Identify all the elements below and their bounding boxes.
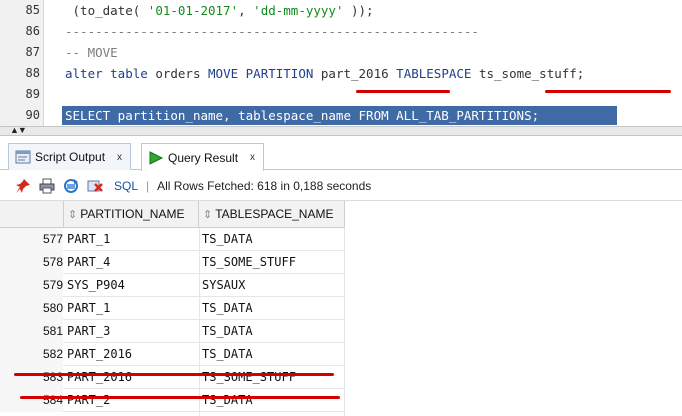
code-token: orders bbox=[147, 66, 209, 81]
cell-partition-name[interactable]: PART_2 bbox=[67, 389, 197, 412]
pin-icon[interactable] bbox=[14, 177, 32, 195]
cell-partition-name[interactable]: PART_4 bbox=[67, 251, 197, 274]
column-header-partition-name[interactable]: ⇕ PARTITION_NAME bbox=[64, 201, 199, 228]
table-row[interactable]: 582 PART_2016 TS_DATA bbox=[0, 343, 345, 366]
cell-partition-name[interactable]: PART_2016 bbox=[67, 366, 197, 389]
row-number: 579 bbox=[0, 274, 63, 297]
annotation-underline-row-583 bbox=[20, 396, 340, 399]
code-token: )); bbox=[343, 3, 374, 18]
code-token: ts_some_stuff; bbox=[471, 66, 585, 81]
table-row[interactable]: 577 PART_1 TS_DATA bbox=[0, 228, 345, 251]
code-token: MOVE PARTITION bbox=[208, 66, 314, 81]
annotation-underline-part-2016 bbox=[356, 90, 450, 93]
line-number: 89 bbox=[25, 87, 40, 101]
code-token: '01-01-2017' bbox=[147, 3, 239, 18]
table-row[interactable]: 579 SYS_P904 SYSAUX bbox=[0, 274, 345, 297]
row-number: 580 bbox=[0, 297, 63, 320]
row-number: 584 bbox=[0, 389, 63, 412]
table-row[interactable]: 584 PART_2 TS_DATA bbox=[0, 389, 345, 412]
code-line[interactable]: 86 --------------------------------------… bbox=[0, 21, 682, 42]
script-output-icon bbox=[15, 150, 31, 164]
refresh-icon[interactable] bbox=[62, 177, 80, 195]
sql-editor[interactable]: 85 (to_date( '01-01-2017', 'dd-mm-yyyy' … bbox=[0, 0, 682, 128]
sort-icon[interactable]: ⇕ bbox=[68, 209, 77, 221]
row-number: 582 bbox=[0, 343, 63, 366]
code-line[interactable]: 85 (to_date( '01-01-2017', 'dd-mm-yyyy' … bbox=[0, 0, 682, 21]
table-row[interactable]: 583 PART_2016 TS_SOME_STUFF bbox=[0, 366, 345, 389]
cell-partition-name[interactable]: PART_3 bbox=[67, 320, 197, 343]
output-tab-bar: Script Output x Query Result x bbox=[0, 136, 682, 171]
code-token: , bbox=[238, 3, 254, 18]
line-number: 88 bbox=[25, 66, 40, 80]
code-token: part_2016 bbox=[313, 66, 397, 81]
code-token: ----------------------------------------… bbox=[65, 24, 479, 39]
annotation-underline-row-582 bbox=[14, 373, 334, 376]
table-row[interactable]: 578 PART_4 TS_SOME_STUFF bbox=[0, 251, 345, 274]
line-number: 85 bbox=[25, 3, 40, 17]
row-divider bbox=[63, 411, 345, 412]
line-number: 86 bbox=[25, 24, 40, 38]
run-arrow-icon bbox=[149, 150, 164, 165]
code-text: SELECT partition_name, tablespace_name F… bbox=[65, 105, 539, 126]
cell-tablespace-name[interactable]: TS_DATA bbox=[202, 297, 345, 320]
code-token: partition_name, tablespace_name bbox=[110, 108, 359, 123]
code-text: ----------------------------------------… bbox=[65, 21, 479, 42]
annotation-underline-ts-some-stuff bbox=[545, 90, 671, 93]
collapse-arrows-icon[interactable]: ▲▼ bbox=[10, 125, 27, 135]
line-number: 90 bbox=[25, 108, 40, 122]
line-number: 87 bbox=[25, 45, 40, 59]
cell-partition-name[interactable]: PART_1 bbox=[67, 228, 197, 251]
table-row[interactable]: 581 PART_3 TS_DATA bbox=[0, 320, 345, 343]
code-token: TABLESPACE bbox=[396, 66, 472, 81]
fetch-status: All Rows Fetched: 618 in 0,188 seconds bbox=[157, 178, 372, 193]
sort-icon[interactable]: ⇕ bbox=[203, 209, 212, 221]
cell-tablespace-name[interactable]: TS_SOME_STUFF bbox=[202, 251, 345, 274]
row-number-header bbox=[0, 201, 64, 228]
code-token: alter table bbox=[65, 66, 148, 81]
code-line[interactable]: 89 bbox=[0, 84, 682, 105]
cell-tablespace-name[interactable]: TS_DATA bbox=[202, 343, 345, 366]
code-token: FROM bbox=[358, 108, 389, 123]
query-result-grid[interactable]: ⇕ PARTITION_NAME ⇕ TABLESPACE_NAME 577 PART… bbox=[0, 201, 682, 416]
result-toolbar: SQL | All Rows Fetched: 618 in 0,188 sec… bbox=[0, 171, 682, 201]
code-line[interactable]: 90 SELECT partition_name, tablespace_name… bbox=[0, 105, 682, 126]
cell-partition-name[interactable]: SYS_P904 bbox=[67, 274, 197, 297]
tab-script-output-label: Script Output bbox=[35, 150, 106, 164]
close-icon[interactable]: x bbox=[117, 152, 122, 163]
row-number: 578 bbox=[0, 251, 63, 274]
tab-query-result-label: Query Result bbox=[168, 150, 239, 165]
code-token: 'dd-mm-yyyy' bbox=[253, 3, 344, 18]
print-icon[interactable] bbox=[38, 177, 56, 195]
row-number: 583 bbox=[0, 366, 63, 389]
code-token: ALL_TAB_PARTITIONS; bbox=[388, 108, 540, 123]
sql-link[interactable]: SQL bbox=[114, 179, 138, 193]
code-token: (to_date( bbox=[65, 3, 148, 18]
grid-header: ⇕ PARTITION_NAME ⇕ TABLESPACE_NAME bbox=[0, 201, 345, 228]
tab-script-output[interactable]: Script Output x bbox=[8, 143, 132, 170]
column-header-tablespace-name[interactable]: ⇕ TABLESPACE_NAME bbox=[199, 201, 345, 228]
table-row[interactable]: 580 PART_1 TS_DATA bbox=[0, 297, 345, 320]
code-line[interactable]: 88 alter table orders MOVE PARTITION part… bbox=[0, 63, 682, 84]
code-text: -- MOVE bbox=[65, 42, 118, 63]
tab-query-result[interactable]: Query Result x bbox=[141, 143, 265, 171]
code-text: (to_date( '01-01-2017', 'dd-mm-yyyy' )); bbox=[65, 0, 374, 21]
code-token: -- MOVE bbox=[65, 45, 118, 60]
row-number: 581 bbox=[0, 320, 63, 343]
cell-tablespace-name[interactable]: TS_DATA bbox=[202, 389, 345, 412]
code-line[interactable]: 87 -- MOVE bbox=[0, 42, 682, 63]
close-icon[interactable]: x bbox=[250, 152, 255, 163]
cancel-query-icon[interactable] bbox=[86, 177, 104, 195]
toolbar-separator: | bbox=[146, 178, 150, 193]
panel-splitter[interactable]: ▲▼ bbox=[0, 125, 682, 136]
cell-tablespace-name[interactable]: SYSAUX bbox=[202, 274, 345, 297]
code-text: alter table orders MOVE PARTITION part_2… bbox=[65, 63, 584, 84]
cell-tablespace-name[interactable]: TS_DATA bbox=[202, 320, 345, 343]
cell-tablespace-name[interactable]: TS_DATA bbox=[202, 228, 345, 251]
cell-partition-name[interactable]: PART_1 bbox=[67, 297, 197, 320]
cell-tablespace-name[interactable]: TS_SOME_STUFF bbox=[202, 366, 345, 389]
row-number: 577 bbox=[0, 228, 63, 251]
cell-partition-name[interactable]: PART_2016 bbox=[67, 343, 197, 366]
code-token: SELECT bbox=[65, 108, 111, 123]
